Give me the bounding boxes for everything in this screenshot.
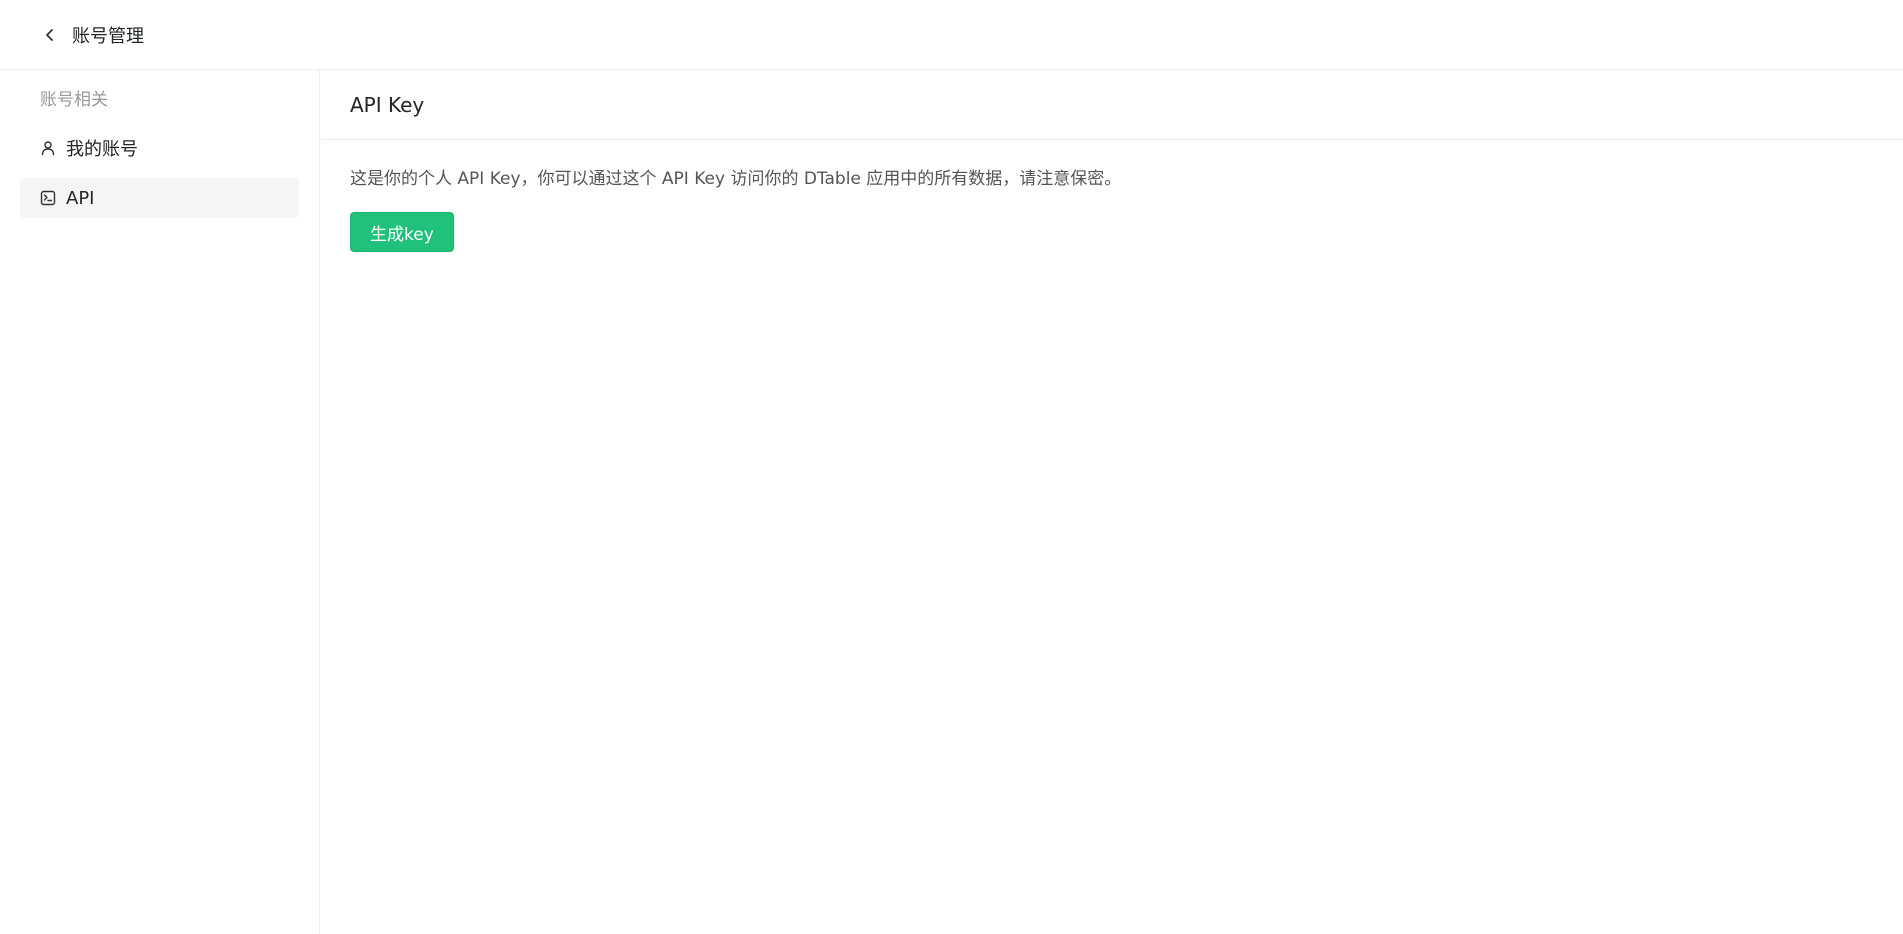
user-icon — [40, 140, 56, 156]
section-title: API Key — [321, 70, 1903, 140]
main-panel: API Key 这是你的个人 API Key，你可以通过这个 API Key 访… — [321, 70, 1903, 934]
page-title: 账号管理 — [72, 25, 144, 47]
api-key-description: 这是你的个人 API Key，你可以通过这个 API Key 访问你的 DTab… — [350, 169, 1122, 189]
sidebar-item-api[interactable]: API — [20, 178, 299, 218]
sidebar-item-label: API — [66, 187, 95, 209]
main-body: 这是你的个人 API Key，你可以通过这个 API Key 访问你的 DTab… — [321, 167, 1903, 252]
sidebar-item-my-account[interactable]: 我的账号 — [20, 128, 299, 168]
terminal-icon — [40, 190, 56, 206]
sidebar-item-label: 我的账号 — [66, 139, 138, 160]
sidebar-heading: 账号相关 — [40, 90, 108, 110]
generate-key-button[interactable]: 生成key — [350, 212, 454, 252]
sidebar: 账号相关 我的账号 API — [0, 70, 320, 934]
top-header: 账号管理 — [0, 0, 1903, 70]
chevron-left-icon[interactable] — [40, 25, 60, 45]
